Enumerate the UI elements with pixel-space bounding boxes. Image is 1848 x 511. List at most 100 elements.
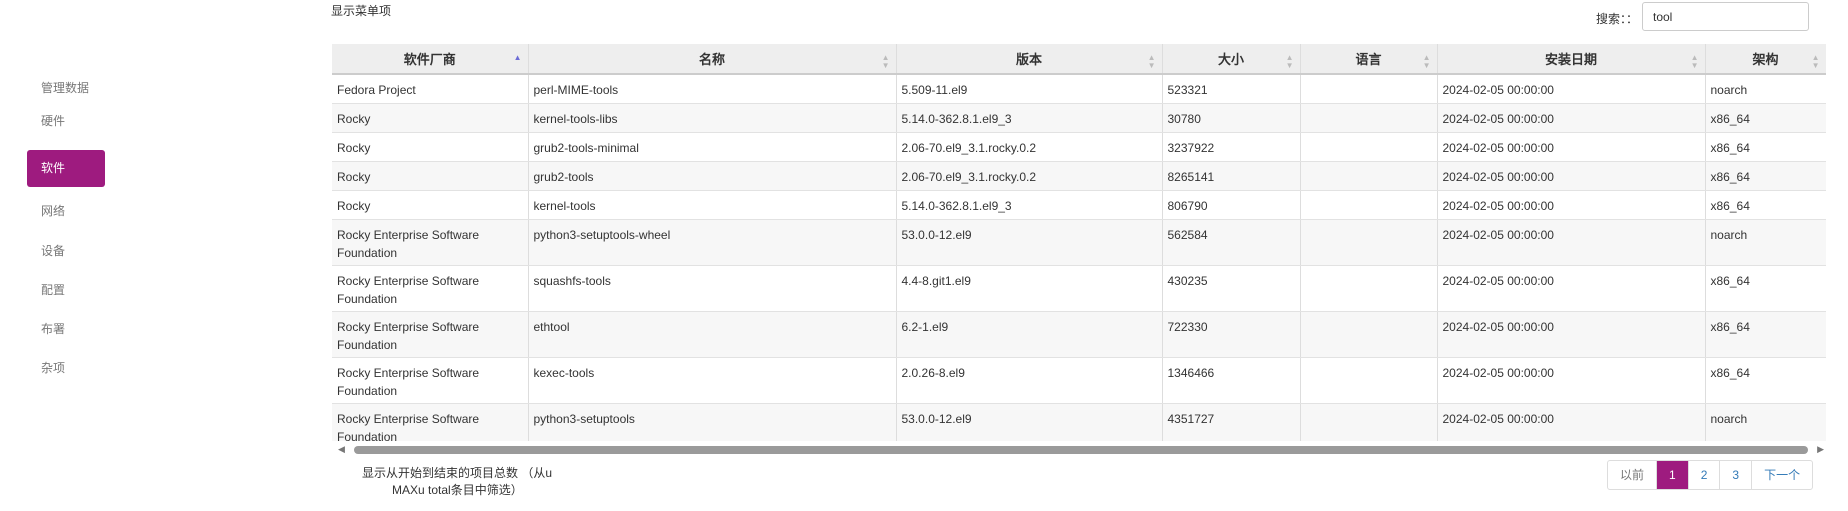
cell-name: kernel-tools [528, 190, 897, 220]
cell-language [1300, 132, 1438, 162]
scrollbar-thumb[interactable] [354, 446, 1808, 454]
column-header-install-date[interactable]: 安装日期 ▲ ▼ [1437, 44, 1706, 75]
column-header-version[interactable]: 版本 ▲ ▼ [896, 44, 1163, 75]
cell-language [1300, 190, 1438, 220]
cell-name: kernel-tools-libs [528, 103, 897, 133]
cell-arch: x86_64 [1705, 190, 1826, 220]
cell-install-date: 2024-02-05 00:00:00 [1437, 132, 1706, 162]
column-header-vendor[interactable]: 软件厂商 ▲ [332, 44, 529, 75]
table-row[interactable]: Rocky Enterprise Software Foundation pyt… [332, 403, 1826, 441]
cell-version: 5.14.0-362.8.1.el9_3 [896, 103, 1163, 133]
cell-arch: x86_64 [1705, 161, 1826, 191]
sidebar-item-config[interactable]: 配置 [27, 272, 105, 309]
sidebar-item-admin-data[interactable]: 管理数据 [27, 70, 105, 107]
sidebar-item-software[interactable]: 软件 [27, 150, 105, 187]
cell-vendor: Rocky Enterprise Software Foundation [332, 357, 529, 404]
cell-vendor: Rocky [332, 161, 529, 191]
cell-version: 5.14.0-362.8.1.el9_3 [896, 190, 1163, 220]
cell-language [1300, 74, 1438, 104]
pagination: 以前 1 2 3 下一个 [1607, 460, 1814, 490]
horizontal-scrollbar[interactable]: ◀ ▶ [332, 443, 1826, 456]
cell-size: 4351727 [1162, 403, 1301, 441]
sidebar-item-misc[interactable]: 杂项 [27, 350, 105, 387]
software-table: 软件厂商 ▲ 名称 ▲ ▼ 版本 ▲ ▼ 大小 ▲ ▼ 语言 ▲ ▼ 安装日期 ▲ ▼ 架构 ▲ ▼ Fe… [332, 44, 1826, 441]
table-row[interactable]: Rocky grub2-tools 2.06-70.el9_3.1.rocky.… [332, 161, 1826, 191]
cell-language [1300, 403, 1438, 441]
sidebar-item-devices[interactable]: 设备 [27, 233, 105, 270]
cell-install-date: 2024-02-05 00:00:00 [1437, 219, 1706, 266]
cell-size: 806790 [1162, 190, 1301, 220]
cell-arch: x86_64 [1705, 357, 1826, 404]
sort-asc-icon: ▲ [513, 53, 522, 62]
table-row[interactable]: Rocky Enterprise Software Foundation eth… [332, 311, 1826, 358]
cell-size: 1346466 [1162, 357, 1301, 404]
cell-name: kexec-tools [528, 357, 897, 404]
page-button-3[interactable]: 3 [1720, 461, 1753, 489]
sort-icon: ▲ ▼ [1690, 53, 1699, 70]
cell-vendor: Rocky Enterprise Software Foundation [332, 311, 529, 358]
cell-size: 562584 [1162, 219, 1301, 266]
cell-name: grub2-tools [528, 161, 897, 191]
search-input[interactable] [1642, 2, 1809, 31]
prev-page-button[interactable]: 以前 [1608, 461, 1658, 489]
cell-install-date: 2024-02-05 00:00:00 [1437, 103, 1706, 133]
table-row[interactable]: Rocky kernel-tools 5.14.0-362.8.1.el9_3 … [332, 190, 1826, 220]
sort-icon: ▲ ▼ [1147, 53, 1156, 70]
cell-arch: noarch [1705, 403, 1826, 441]
cell-arch: x86_64 [1705, 265, 1826, 312]
table-row[interactable]: Rocky kernel-tools-libs 5.14.0-362.8.1.e… [332, 103, 1826, 133]
scroll-right-icon[interactable]: ▶ [1817, 443, 1824, 456]
table-header-row: 软件厂商 ▲ 名称 ▲ ▼ 版本 ▲ ▼ 大小 ▲ ▼ 语言 ▲ ▼ 安装日期 ▲ ▼ 架构 ▲ ▼ [332, 44, 1826, 75]
show-menu-items-link[interactable]: 显示菜单项 [331, 2, 391, 19]
table-info: 显示从开始到结束的项目总数 （从u MAXu total条目中筛选） [362, 465, 552, 499]
table-row[interactable]: Rocky Enterprise Software Foundation pyt… [332, 219, 1826, 266]
cell-name: perl-MIME-tools [528, 74, 897, 104]
cell-arch: x86_64 [1705, 311, 1826, 358]
cell-arch: x86_64 [1705, 132, 1826, 162]
cell-arch: noarch [1705, 219, 1826, 266]
cell-version: 6.2-1.el9 [896, 311, 1163, 358]
cell-arch: noarch [1705, 74, 1826, 104]
sort-icon: ▲ ▼ [881, 53, 890, 70]
cell-version: 2.06-70.el9_3.1.rocky.0.2 [896, 132, 1163, 162]
sort-icon: ▲ ▼ [1422, 53, 1431, 70]
column-header-name[interactable]: 名称 ▲ ▼ [528, 44, 897, 75]
cell-version: 2.06-70.el9_3.1.rocky.0.2 [896, 161, 1163, 191]
cell-install-date: 2024-02-05 00:00:00 [1437, 265, 1706, 312]
sidebar-item-hardware[interactable]: 硬件 [27, 103, 105, 140]
sort-icon: ▲ ▼ [1285, 53, 1294, 70]
cell-version: 5.509-11.el9 [896, 74, 1163, 104]
cell-vendor: Rocky [332, 132, 529, 162]
cell-size: 30780 [1162, 103, 1301, 133]
table-row[interactable]: Rocky Enterprise Software Foundation squ… [332, 265, 1826, 312]
page-button-2[interactable]: 2 [1689, 461, 1721, 489]
scroll-left-icon[interactable]: ◀ [338, 443, 345, 456]
sidebar-item-deploy[interactable]: 布署 [27, 311, 105, 348]
column-header-size[interactable]: 大小 ▲ ▼ [1162, 44, 1301, 75]
cell-vendor: Rocky Enterprise Software Foundation [332, 219, 529, 266]
table-row[interactable]: Rocky grub2-tools-minimal 2.06-70.el9_3.… [332, 132, 1826, 162]
cell-name: python3-setuptools [528, 403, 897, 441]
page-button-1[interactable]: 1 [1657, 461, 1689, 489]
sort-icon: ▲ ▼ [1811, 53, 1820, 70]
cell-size: 430235 [1162, 265, 1301, 312]
cell-version: 53.0.0-12.el9 [896, 403, 1163, 441]
cell-install-date: 2024-02-05 00:00:00 [1437, 161, 1706, 191]
next-page-button[interactable]: 下一个 [1752, 461, 1812, 489]
cell-install-date: 2024-02-05 00:00:00 [1437, 190, 1706, 220]
cell-vendor: Rocky [332, 103, 529, 133]
table-row[interactable]: Rocky Enterprise Software Foundation kex… [332, 357, 1826, 404]
cell-language [1300, 357, 1438, 404]
cell-version: 4.4-8.git1.el9 [896, 265, 1163, 312]
column-header-language[interactable]: 语言 ▲ ▼ [1300, 44, 1438, 75]
column-header-arch[interactable]: 架构 ▲ ▼ [1705, 44, 1826, 75]
cell-size: 523321 [1162, 74, 1301, 104]
cell-language [1300, 103, 1438, 133]
cell-language [1300, 219, 1438, 266]
sidebar-item-network[interactable]: 网络 [27, 193, 105, 230]
cell-language [1300, 311, 1438, 358]
cell-size: 3237922 [1162, 132, 1301, 162]
sidebar: 管理数据 硬件 软件 网络 设备 配置 布署 杂项 [0, 0, 200, 511]
table-row[interactable]: Fedora Project perl-MIME-tools 5.509-11.… [332, 74, 1826, 104]
cell-vendor: Rocky Enterprise Software Foundation [332, 403, 529, 441]
